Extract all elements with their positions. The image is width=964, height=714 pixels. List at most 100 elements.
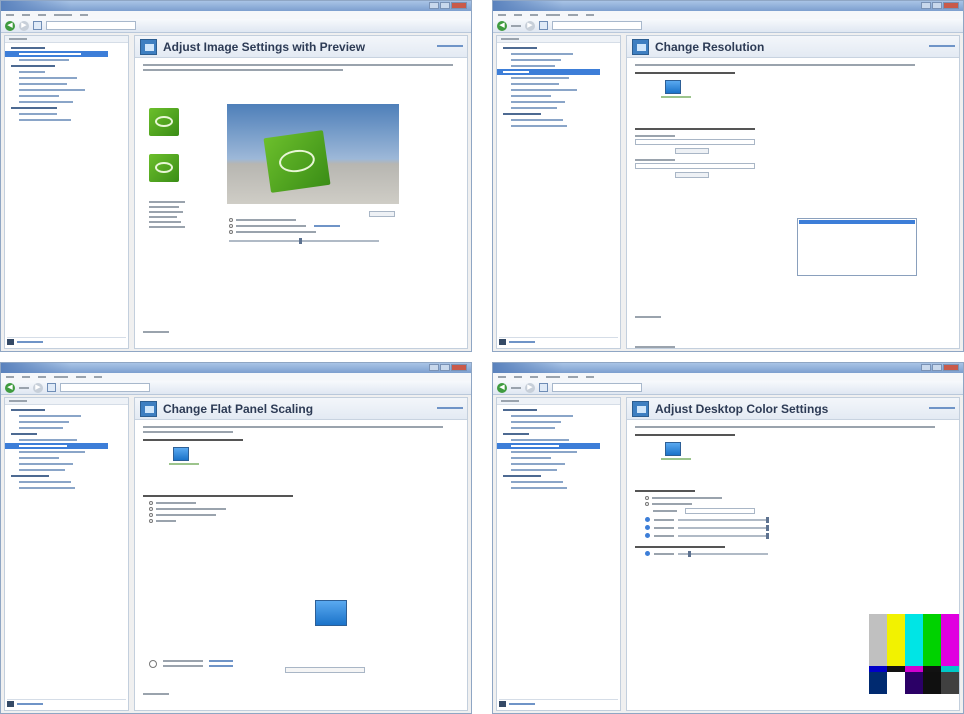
- maximize-button[interactable]: [932, 2, 942, 9]
- content-pane: Adjust Image Settings with Preview: [134, 35, 468, 349]
- title-bar[interactable]: [1, 1, 471, 11]
- restore-defaults-link[interactable]: [929, 45, 955, 47]
- menu-help[interactable]: [586, 14, 594, 16]
- menu-file[interactable]: [6, 376, 14, 378]
- brightness-slider[interactable]: [678, 516, 769, 523]
- menu-edit[interactable]: [22, 14, 30, 16]
- maximize-button[interactable]: [440, 2, 450, 9]
- forward-icon[interactable]: ▶: [525, 20, 535, 31]
- title-bar[interactable]: [493, 363, 963, 373]
- restore-defaults-link[interactable]: [929, 407, 955, 409]
- menu-edit[interactable]: [514, 14, 522, 16]
- view-tasks-box[interactable]: [552, 383, 642, 392]
- resolution-dropdown[interactable]: [635, 139, 755, 145]
- menu-3d-settings[interactable]: [54, 14, 72, 16]
- title-bar[interactable]: [493, 1, 963, 11]
- system-information-link[interactable]: [499, 337, 618, 346]
- radio-option-1[interactable]: [149, 501, 153, 505]
- tree-item[interactable]: [497, 123, 620, 129]
- menu-help[interactable]: [80, 14, 88, 16]
- forward-icon[interactable]: ▶: [33, 382, 43, 393]
- menu-display[interactable]: [546, 14, 560, 16]
- home-icon[interactable]: [33, 21, 42, 30]
- refresh-rate-dropdown[interactable]: [635, 163, 755, 169]
- nvidia-logo-thumbnail: [149, 108, 179, 136]
- gamma-slider[interactable]: [678, 532, 769, 539]
- menu-view[interactable]: [530, 14, 538, 16]
- color-channel-dropdown[interactable]: [685, 508, 755, 514]
- back-icon[interactable]: ◀: [5, 382, 15, 393]
- radio-option-4[interactable]: [149, 519, 153, 523]
- forward-icon[interactable]: ▶: [525, 382, 535, 393]
- menu-help[interactable]: [94, 376, 102, 378]
- task-sidebar: [496, 397, 621, 711]
- section-select-scaling-method: [143, 495, 459, 497]
- menu-edit[interactable]: [22, 376, 30, 378]
- apply-button[interactable]: [285, 667, 365, 673]
- menu-view[interactable]: [530, 376, 538, 378]
- radio-option-3[interactable]: [149, 513, 153, 517]
- back-icon[interactable]: ◀: [5, 20, 15, 31]
- view-tasks-box[interactable]: [60, 383, 150, 392]
- selected-resolution[interactable]: [799, 220, 915, 224]
- close-button[interactable]: [943, 364, 959, 371]
- close-button[interactable]: [943, 2, 959, 9]
- quality-slider[interactable]: [229, 238, 379, 244]
- resolution-listbox[interactable]: [797, 218, 917, 276]
- minimize-button[interactable]: [921, 364, 931, 371]
- menu-file[interactable]: [6, 14, 14, 16]
- digital-vibrance-slider[interactable]: [678, 550, 768, 557]
- menu-display[interactable]: [546, 376, 560, 378]
- back-icon[interactable]: ◀: [497, 20, 507, 31]
- menu-view[interactable]: [38, 376, 46, 378]
- menu-file[interactable]: [498, 376, 506, 378]
- monitor-icon[interactable]: [665, 80, 681, 94]
- close-button[interactable]: [451, 2, 467, 9]
- home-icon[interactable]: [539, 21, 548, 30]
- tree-item[interactable]: [5, 485, 128, 491]
- forward-icon[interactable]: ▶: [19, 20, 29, 31]
- radio-use-application-settings[interactable]: [229, 218, 233, 222]
- back-icon[interactable]: ◀: [497, 382, 507, 393]
- minimize-button[interactable]: [429, 2, 439, 9]
- restore-defaults-link[interactable]: [437, 45, 463, 47]
- menu-edit[interactable]: [514, 376, 522, 378]
- menu-help[interactable]: [586, 376, 594, 378]
- page-title: Adjust Image Settings with Preview: [163, 40, 366, 54]
- radio-use-advanced-settings[interactable]: [229, 224, 233, 228]
- menu-video[interactable]: [568, 14, 578, 16]
- color-bar: [923, 614, 941, 666]
- monitor-icon[interactable]: [665, 442, 681, 456]
- tree-item[interactable]: [5, 117, 128, 123]
- close-button[interactable]: [451, 364, 467, 371]
- home-icon[interactable]: [539, 383, 548, 392]
- system-information-link[interactable]: [7, 699, 126, 708]
- menu-video[interactable]: [568, 376, 578, 378]
- menu-view[interactable]: [38, 14, 46, 16]
- radio-let-me-choose[interactable]: [229, 230, 233, 234]
- system-information-link[interactable]: [499, 699, 618, 708]
- restore-defaults-link[interactable]: [437, 407, 463, 409]
- maximize-button[interactable]: [932, 364, 942, 371]
- title-bar[interactable]: [1, 363, 471, 373]
- menu-video[interactable]: [76, 376, 86, 378]
- system-information-link[interactable]: [7, 337, 126, 346]
- contrast-slider[interactable]: [678, 524, 769, 531]
- page-title: Change Flat Panel Scaling: [163, 402, 314, 416]
- monitor-icon[interactable]: [173, 447, 189, 461]
- advanced-button[interactable]: [675, 172, 709, 178]
- window-flat-panel-scaling: ◀ ▶ Change Flat Panel Scaling: [0, 362, 472, 714]
- maximize-button[interactable]: [440, 364, 450, 371]
- menu-file[interactable]: [498, 14, 506, 16]
- radio-use-nvidia-settings[interactable]: [645, 502, 649, 506]
- radio-option-2[interactable]: [149, 507, 153, 511]
- view-tasks-box[interactable]: [46, 21, 136, 30]
- customize-button[interactable]: [675, 148, 709, 154]
- minimize-button[interactable]: [921, 2, 931, 9]
- menu-display[interactable]: [54, 376, 68, 378]
- minimize-button[interactable]: [429, 364, 439, 371]
- home-icon[interactable]: [47, 383, 56, 392]
- tree-item[interactable]: [497, 485, 620, 491]
- view-tasks-box[interactable]: [552, 21, 642, 30]
- radio-use-video-player-settings[interactable]: [645, 496, 649, 500]
